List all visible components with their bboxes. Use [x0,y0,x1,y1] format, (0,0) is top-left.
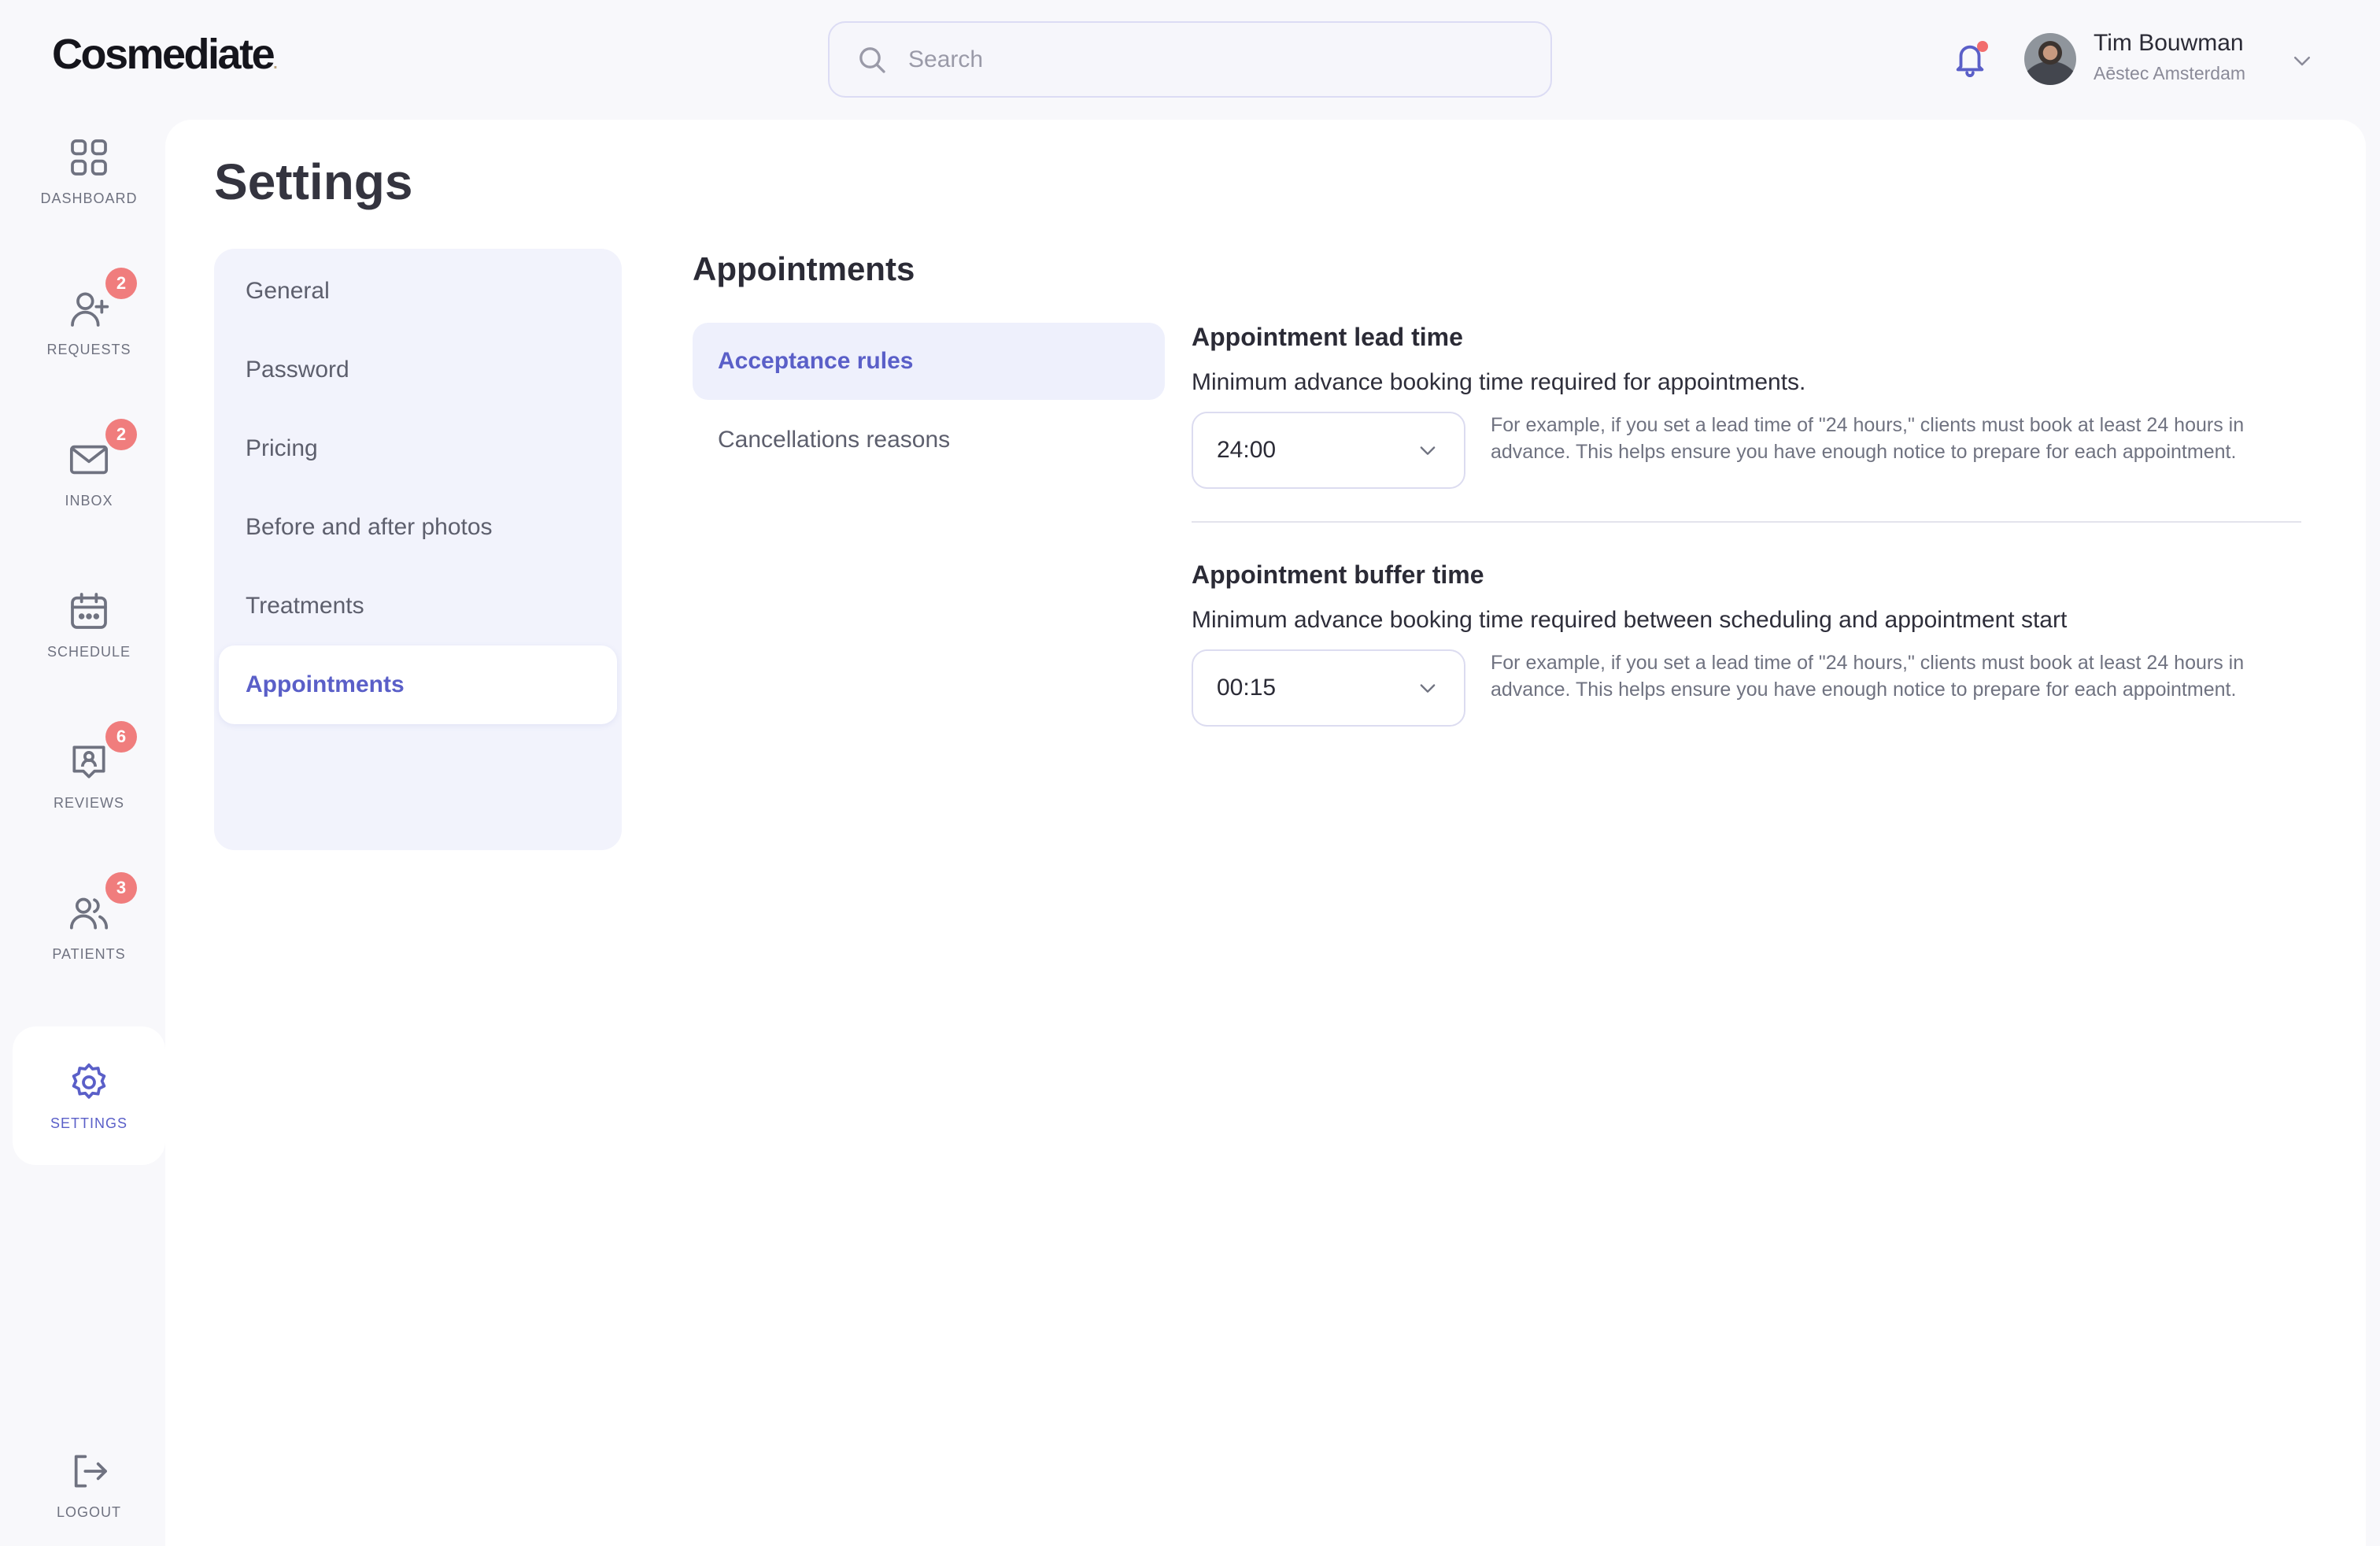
main-panel: Settings General Password Pricing Before… [165,120,2366,1546]
nav-inbox-label: INBOX [65,492,113,509]
nav-logout-label: LOGOUT [56,1503,121,1520]
nav-patients-label: PATIENTS [52,945,126,962]
app-logo[interactable]: Cosmediate. [52,30,278,79]
buffer-time-title: Appointment buffer time [1192,560,1484,589]
buffer-time-select[interactable]: 00:15 [1192,649,1465,727]
search-input[interactable] [908,46,1550,73]
nav-settings[interactable]: SETTINGS [13,1026,165,1165]
settings-menu-general[interactable]: General [214,252,622,331]
notification-dot [1977,41,1988,52]
buffer-time-value: 00:15 [1217,675,1277,701]
nav-requests[interactable]: REQUESTS 2 [13,252,165,392]
logout-icon [74,1454,107,1488]
requests-badge: 2 [105,268,137,299]
user-organization: Aēstec Amsterdam [2094,63,2246,83]
settings-menu-treatments[interactable]: Treatments [214,567,622,645]
user-plus-icon [71,291,109,327]
nav-inbox[interactable]: INBOX 2 [13,403,165,543]
page-title: Settings [214,153,413,210]
section-title: Appointments [693,250,915,287]
search-bar[interactable] [828,21,1552,98]
lead-time-title: Appointment lead time [1192,323,1463,351]
tab-acceptance-rules[interactable]: Acceptance rules [693,323,1165,400]
settings-menu-appointments[interactable]: Appointments [219,645,617,724]
inbox-badge: 2 [105,419,137,450]
reviews-badge: 6 [105,721,137,753]
lead-time-hint: For example, if you set a lead time of "… [1491,414,2245,463]
lead-time-select[interactable]: 24:00 [1192,412,1465,489]
tab-cancellation-reasons[interactable]: Cancellations reasons [693,401,1165,479]
lead-time-setting: Appointment lead time Minimum advance bo… [1192,323,2309,489]
chevron-down-icon [1420,684,1436,693]
nav-reviews-label: REVIEWS [53,794,124,811]
chevron-down-icon [1420,446,1436,455]
search-icon [859,46,885,73]
nav-logout[interactable]: LOGOUT [13,1429,165,1540]
nav-requests-label: REQUESTS [46,341,131,357]
review-icon [72,745,105,779]
settings-menu: General Password Pricing Before and afte… [214,249,622,850]
avatar[interactable] [2024,33,2076,85]
buffer-time-setting: Appointment buffer time Minimum advance … [1192,560,2309,727]
nav-schedule-label: SCHEDULE [46,643,131,660]
users-icon [69,897,109,930]
settings-menu-password[interactable]: Password [214,331,622,409]
calendar-icon [71,592,107,629]
nav-settings-label: SETTINGS [50,1115,128,1131]
nav-patients[interactable]: PATIENTS 3 [13,856,165,997]
mail-icon [69,445,109,474]
nav-reviews[interactable]: REVIEWS 6 [13,705,165,845]
chevron-down-icon[interactable] [2290,49,2314,72]
nav-dashboard[interactable]: DASHBOARD [13,101,165,241]
user-name: Tim Bouwman [2094,30,2244,56]
gear-icon [72,1063,106,1099]
settings-menu-pricing[interactable]: Pricing [214,409,622,488]
buffer-time-description: Minimum advance booking time required be… [1192,607,2068,633]
nav-dashboard-label: DASHBOARD [40,190,138,206]
nav-schedule[interactable]: SCHEDULE [13,554,165,694]
grid-icon [71,139,107,176]
buffer-time-hint: For example, if you set a lead time of "… [1491,652,2245,701]
appointments-subnav: Acceptance rules Cancellations reasons [693,323,1165,480]
notifications-button[interactable] [1952,39,1988,79]
settings-menu-photos[interactable]: Before and after photos [214,488,622,567]
lead-time-value: 24:00 [1217,437,1277,463]
patients-badge: 3 [105,872,137,904]
section-divider [1192,521,2301,523]
lead-time-description: Minimum advance booking time required fo… [1192,369,1806,395]
